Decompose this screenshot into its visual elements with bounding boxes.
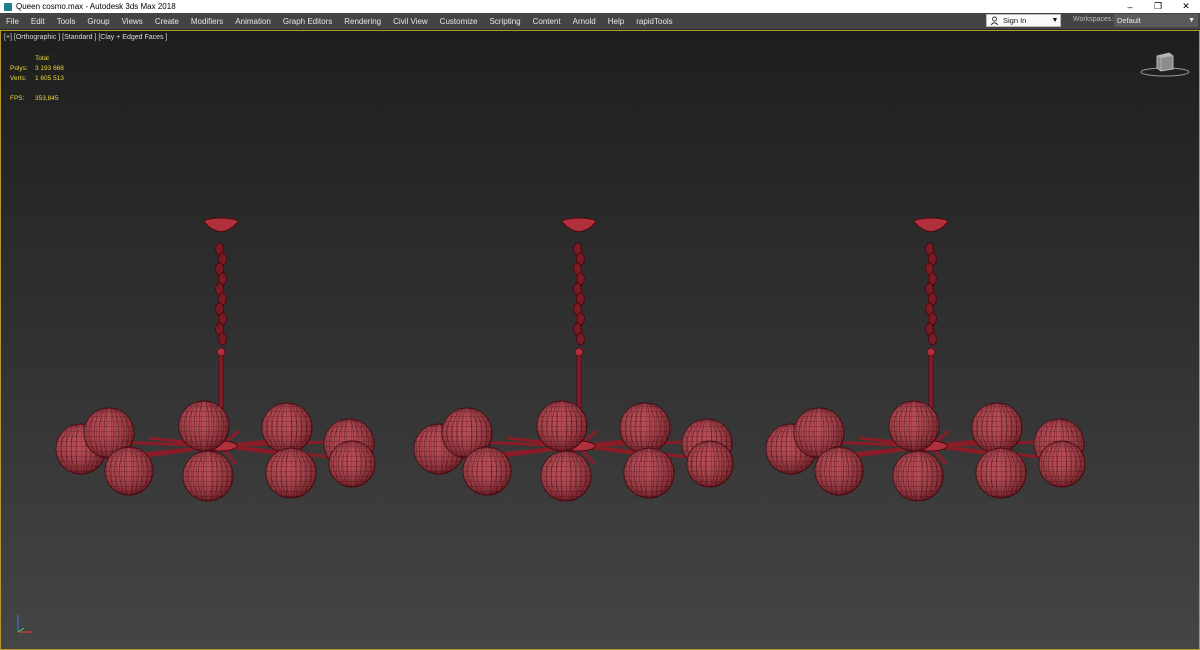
menu-content[interactable]: Content (527, 13, 567, 29)
close-button[interactable]: ✕ (1172, 0, 1200, 13)
axis-tripod-icon (17, 615, 33, 633)
sign-in-label: Sign In (1003, 16, 1027, 25)
menu-customize[interactable]: Customize (434, 13, 484, 29)
verts-value: 1 605 513 (35, 75, 64, 82)
chandelier-model (413, 217, 734, 502)
chandelier-model (55, 217, 376, 502)
menu-civil-view[interactable]: Civil View (387, 13, 434, 29)
workspaces-select[interactable]: Default ▼ (1114, 14, 1198, 27)
menu-tools[interactable]: Tools (51, 13, 82, 29)
workspaces-label: Workspaces: (1073, 16, 1114, 23)
polys-label: Polys: (10, 65, 28, 72)
menu-help[interactable]: Help (602, 13, 630, 29)
user-icon (989, 16, 999, 26)
viewcube-icon[interactable] (1139, 50, 1191, 78)
menu-scripting[interactable]: Scripting (483, 13, 526, 29)
sign-in-dropdown[interactable]: Sign In ▼ (986, 14, 1061, 27)
menu-rapidtools[interactable]: rapidTools (630, 13, 678, 29)
minimize-button[interactable]: – (1116, 0, 1144, 13)
menu-create[interactable]: Create (149, 13, 185, 29)
app-icon (4, 2, 12, 11)
menu-rendering[interactable]: Rendering (338, 13, 387, 29)
viewport-statistics: Total Polys: 3 193 668 Verts: 1 605 513 FP… (10, 54, 64, 104)
verts-label: Verts: (10, 75, 27, 82)
window-title: Queen cosmo.max - Autodesk 3ds Max 2018 (16, 2, 176, 11)
menu-group[interactable]: Group (81, 13, 115, 29)
polys-value: 3 193 668 (35, 65, 64, 72)
menu-arnold[interactable]: Arnold (567, 13, 602, 29)
title-bar: Queen cosmo.max - Autodesk 3ds Max 2018 … (0, 0, 1200, 13)
stats-total-label: Total (35, 55, 49, 62)
fps-label: FPS: (10, 95, 25, 102)
menu-edit[interactable]: Edit (25, 13, 51, 29)
window-controls: – ❐ ✕ (1116, 0, 1200, 13)
chandelier-models (55, 217, 1086, 502)
menu-animation[interactable]: Animation (229, 13, 277, 29)
viewport-orthographic[interactable]: [+] [Orthographic ] [Standard ] [Clay + … (0, 30, 1200, 650)
fps-value: 353,845 (35, 95, 59, 102)
dropdown-caret-icon: ▼ (1188, 17, 1195, 24)
workspaces-value: Default (1117, 16, 1141, 25)
chandelier-model (765, 217, 1086, 502)
menu-modifiers[interactable]: Modifiers (185, 13, 229, 29)
maximize-button[interactable]: ❐ (1144, 0, 1172, 13)
menu-graph-editors[interactable]: Graph Editors (277, 13, 338, 29)
dropdown-caret-icon: ▼ (1051, 17, 1059, 24)
viewport-label[interactable]: [+] [Orthographic ] [Standard ] [Clay + … (4, 34, 167, 41)
menu-file[interactable]: File (0, 13, 25, 29)
menu-views[interactable]: Views (116, 13, 149, 29)
